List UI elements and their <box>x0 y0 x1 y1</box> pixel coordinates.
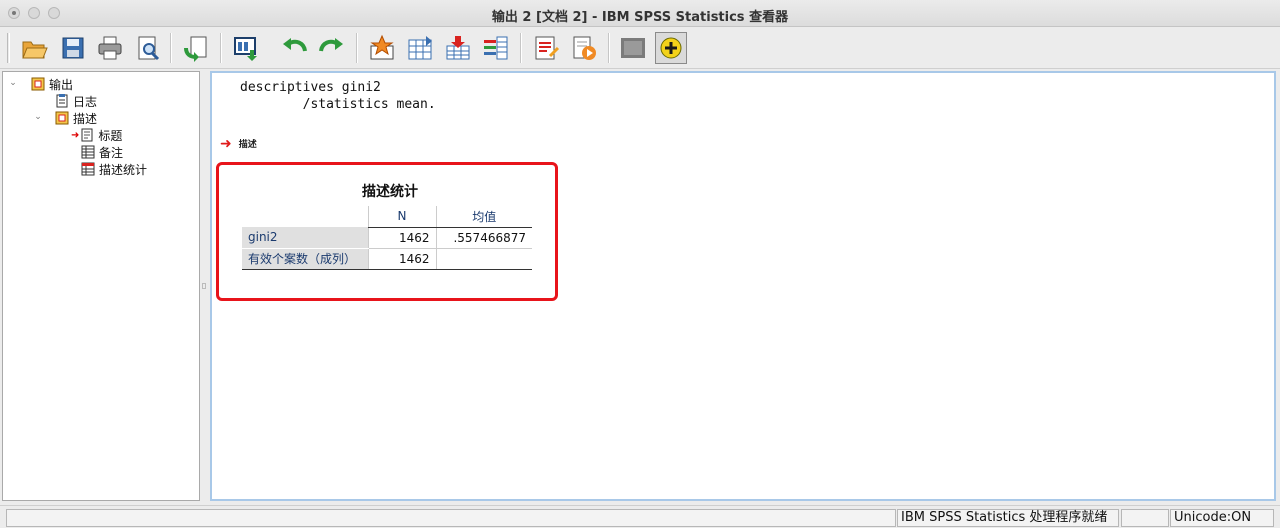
section-heading-label: 描述 <box>238 140 257 150</box>
processor-status: IBM SPSS Statistics 处理程序就绪 <box>897 509 1119 527</box>
output-content-pane[interactable]: descriptives gini2 /statistics mean. ➜ 描… <box>210 71 1276 501</box>
redo-icon <box>319 38 343 52</box>
recall-dialog-button[interactable] <box>230 32 262 64</box>
window-title: 输出 2 [文档 2] - IBM SPSS Statistics 查看器 <box>491 10 789 25</box>
syntax-line: /statistics mean. <box>240 97 436 112</box>
table-cell: .557466877 <box>435 227 532 249</box>
outline-node-label: 输出 <box>49 77 74 92</box>
save-button[interactable] <box>57 32 89 64</box>
goto-variable-icon <box>446 36 470 60</box>
table-cell <box>435 248 532 270</box>
output-book-icon <box>31 77 45 91</box>
run-script-icon <box>573 36 596 60</box>
outline-node-title[interactable]: ➜ 标题 <box>71 127 122 143</box>
goto-case-button[interactable] <box>404 32 436 64</box>
outline-node-label: 描述 <box>73 111 98 126</box>
undo-icon <box>283 38 307 52</box>
hide-output-icon <box>621 38 645 58</box>
column-header: 均值 <box>435 206 532 228</box>
table-title: 描述统计 <box>362 184 418 200</box>
goto-variable-button[interactable] <box>442 32 474 64</box>
toolbar-separator <box>520 33 522 63</box>
open-icon <box>22 41 48 59</box>
outline-node-label: 描述统计 <box>99 162 148 177</box>
status-message <box>6 509 896 527</box>
collapse-chevron-icon[interactable]: ⌄ <box>33 112 43 122</box>
undo-button[interactable] <box>278 32 310 64</box>
outline-pane[interactable]: ⌄ 输出 日志 ⌄ 描述 ➜ 标题 备注 描述统计 <box>2 71 200 501</box>
toolbar-separator <box>220 33 222 63</box>
insert-title-icon <box>535 36 560 60</box>
outline-node-label: 标题 <box>98 128 123 143</box>
goto-data-button[interactable] <box>366 32 398 64</box>
redo-button[interactable] <box>316 32 348 64</box>
log-icon <box>55 94 69 108</box>
open-button[interactable] <box>18 32 50 64</box>
procedure-book-icon <box>55 111 69 125</box>
outline-node-descriptives[interactable]: 描述 <box>55 110 97 126</box>
syntax-line: descriptives gini2 <box>240 80 381 95</box>
section-heading[interactable]: ➜ 描述 <box>220 135 257 152</box>
descriptive-statistics-table[interactable]: N 均值 gini2 1462 .557466877 有效个案数（成列） 146… <box>242 206 532 270</box>
row-label: gini2 <box>242 227 368 249</box>
table-header-row: N 均值 <box>242 206 532 228</box>
show-output-button[interactable] <box>655 32 687 64</box>
toolbar-separator <box>356 33 358 63</box>
print-icon <box>98 36 122 60</box>
title-doc-icon <box>80 128 94 142</box>
variables-button[interactable] <box>480 32 512 64</box>
show-output-icon <box>660 37 682 59</box>
toolbar-separator <box>608 33 610 63</box>
goto-case-icon <box>408 36 432 60</box>
toolbar-separator <box>170 33 172 63</box>
splitter-handle[interactable] <box>202 283 206 289</box>
row-label: 有效个案数（成列） <box>242 248 368 270</box>
collapse-chevron-icon[interactable]: ⌄ <box>8 78 18 88</box>
print-preview-icon <box>138 36 160 61</box>
pane-splitter[interactable] <box>200 71 208 501</box>
unicode-status: Unicode:ON <box>1170 509 1274 527</box>
variables-icon <box>484 36 508 60</box>
table-cell: 1462 <box>367 248 436 270</box>
print-button[interactable] <box>94 32 126 64</box>
current-item-arrow-icon: ➜ <box>220 135 232 152</box>
outline-node-output[interactable]: 输出 <box>31 76 73 92</box>
outline-node-label: 备注 <box>99 145 124 160</box>
outline-node-label: 日志 <box>73 94 98 109</box>
table-cell: 1462 <box>367 227 436 249</box>
outline-node-descriptive-statistics[interactable]: 描述统计 <box>81 161 147 177</box>
syntax-log: descriptives gini2 /statistics mean. <box>240 79 436 113</box>
hide-output-button[interactable] <box>617 32 649 64</box>
current-item-arrow-icon: ➜ <box>71 129 80 141</box>
column-header: N <box>367 206 436 228</box>
notes-icon <box>81 145 95 159</box>
insert-title-button[interactable] <box>530 32 562 64</box>
toolbar <box>0 27 1280 69</box>
outline-node-notes[interactable]: 备注 <box>81 144 123 160</box>
title-bar: 输出 2 [文档 2] - IBM SPSS Statistics 查看器 <box>0 0 1280 27</box>
recall-dialog-icon <box>234 37 257 61</box>
goto-data-icon <box>370 34 394 60</box>
table-row: 有效个案数（成列） 1462 <box>242 248 532 270</box>
export-icon <box>184 36 207 62</box>
print-preview-button[interactable] <box>132 32 164 64</box>
status-bar: IBM SPSS Statistics 处理程序就绪 Unicode:ON <box>0 505 1280 528</box>
table-icon <box>81 162 95 176</box>
save-icon <box>62 37 84 59</box>
run-script-button[interactable] <box>568 32 600 64</box>
outline-node-log[interactable]: 日志 <box>55 93 97 109</box>
status-empty-cell <box>1121 509 1169 527</box>
toolbar-grip[interactable] <box>7 33 10 63</box>
column-header <box>242 206 368 227</box>
table-row: gini2 1462 .557466877 <box>242 227 532 249</box>
export-button[interactable] <box>180 32 212 64</box>
descriptive-statistics-table-block[interactable]: 描述统计 N 均值 gini2 1462 .557466877 有效个案数（成列… <box>216 162 558 301</box>
